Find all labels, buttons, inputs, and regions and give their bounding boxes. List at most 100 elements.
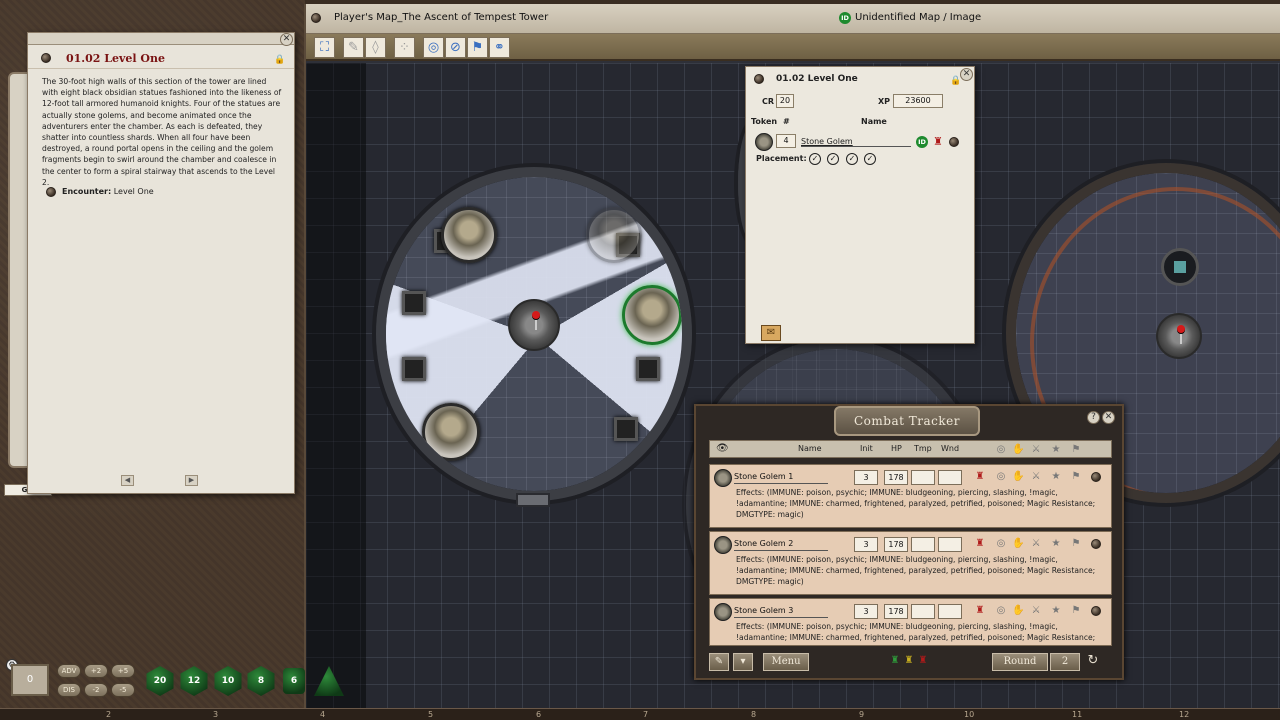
target-icon[interactable]: ◎ xyxy=(995,538,1007,550)
dropdown-icon[interactable]: ▾ xyxy=(733,653,753,671)
combatant-link-icon[interactable] xyxy=(1091,472,1101,482)
lock-icon[interactable]: 🔒 xyxy=(274,55,285,65)
defense-icon[interactable]: ★ xyxy=(1050,471,1062,483)
golem-token[interactable] xyxy=(441,207,497,263)
mail-icon[interactable]: ✉ xyxy=(761,325,781,341)
attack-icon[interactable]: ⚔ xyxy=(1030,538,1042,550)
map-titlebar[interactable]: Player's Map_The Ascent of Tempest Tower… xyxy=(306,4,1280,34)
hp-field[interactable]: 178 xyxy=(884,470,908,485)
eraser-icon[interactable]: ◊ xyxy=(365,37,386,58)
npc-name-link[interactable]: Stone Golem xyxy=(801,137,911,147)
adv-button[interactable]: ADV xyxy=(57,664,81,678)
init-field[interactable]: 3 xyxy=(854,470,878,485)
story-link-icon[interactable] xyxy=(41,53,51,63)
flag-icon[interactable]: ⚑ xyxy=(467,37,488,58)
link-tokens-icon[interactable]: ⚭ xyxy=(489,37,510,58)
tmp-field[interactable] xyxy=(911,470,935,485)
spell-column-icon[interactable]: ✋ xyxy=(1012,444,1024,456)
minus5-button[interactable]: -5 xyxy=(111,683,135,697)
combatant-avatar[interactable] xyxy=(714,469,732,487)
golem-token-selected[interactable] xyxy=(622,285,682,345)
combatant-avatar[interactable] xyxy=(714,603,732,621)
placement-check-icon[interactable]: ✓ xyxy=(864,153,876,165)
spell-icon[interactable]: ✋ xyxy=(1012,605,1024,617)
wnd-field[interactable] xyxy=(938,604,962,619)
target-icon[interactable]: ◎ xyxy=(423,37,444,58)
foe-faction-icon[interactable]: ♜ xyxy=(917,655,929,667)
close-icon[interactable]: ✕ xyxy=(960,68,973,81)
flag-icon[interactable]: ⚑ xyxy=(1070,538,1082,550)
encounter-window[interactable]: 01.02 Level One 🔒 ✕ CR 20 XP 23600 Token… xyxy=(745,66,975,344)
combatant-link-icon[interactable] xyxy=(1091,539,1101,549)
next-turn-icon[interactable]: ↻ xyxy=(1087,654,1099,667)
spell-icon[interactable]: ✋ xyxy=(1012,471,1024,483)
map-pin-token[interactable] xyxy=(508,299,560,351)
flag-column-icon[interactable]: ⚑ xyxy=(1070,444,1082,456)
defense-column-icon[interactable]: ★ xyxy=(1050,444,1062,456)
no-target-icon[interactable]: ⊘ xyxy=(445,37,466,58)
dis-button[interactable]: DIS xyxy=(57,683,81,697)
combat-tracker[interactable]: Combat Tracker ? ✕ 👁 Name Init HP Tmp Wn… xyxy=(694,404,1124,680)
faction-helmet-icon[interactable]: ♜ xyxy=(974,538,986,550)
friend-faction-icon[interactable]: ♜ xyxy=(889,655,901,667)
faction-helmet-icon[interactable]: ♜ xyxy=(974,471,986,483)
target-icon[interactable]: ◎ xyxy=(995,605,1007,617)
combatant-avatar[interactable] xyxy=(714,536,732,554)
grid-icon[interactable]: ⁘ xyxy=(394,37,415,58)
close-icon[interactable]: ✕ xyxy=(1102,411,1115,424)
attack-icon[interactable]: ⚔ xyxy=(1030,605,1042,617)
minus2-button[interactable]: -2 xyxy=(84,683,108,697)
lock-icon[interactable]: 🔒 xyxy=(950,76,961,86)
token-thumbnail[interactable] xyxy=(755,133,773,151)
visibility-icon[interactable]: 👁 xyxy=(716,443,729,454)
encounter-link[interactable]: Encounter: Level One xyxy=(62,187,154,196)
faction-helmet-icon[interactable]: ♜ xyxy=(933,136,943,148)
placement-check-icon[interactable]: ✓ xyxy=(827,153,839,165)
cr-field[interactable]: 20 xyxy=(776,94,794,108)
tmp-field[interactable] xyxy=(911,537,935,552)
hp-field[interactable]: 178 xyxy=(884,604,908,619)
spell-icon[interactable]: ✋ xyxy=(1012,538,1024,550)
xp-field[interactable]: 23600 xyxy=(893,94,943,108)
pencil-icon[interactable]: ✎ xyxy=(343,37,364,58)
tmp-field[interactable] xyxy=(911,604,935,619)
plus5-button[interactable]: +5 xyxy=(111,664,135,678)
map-pin-token-right[interactable] xyxy=(1156,313,1202,359)
target-icon[interactable]: ◎ xyxy=(995,471,1007,483)
init-field[interactable]: 3 xyxy=(854,537,878,552)
id-icon[interactable]: ID xyxy=(839,12,851,24)
combatant-name[interactable]: Stone Golem 3 xyxy=(734,606,828,618)
combatant-link-icon[interactable] xyxy=(1091,606,1101,616)
faction-helmet-icon[interactable]: ♜ xyxy=(974,605,986,617)
prev-page-button[interactable]: ◀ xyxy=(121,475,134,486)
combat-row[interactable]: Stone Golem 2 3 178 ♜ ◎ ✋ ⚔ ★ ⚑ Effects:… xyxy=(709,531,1112,595)
id-icon[interactable]: ID xyxy=(916,136,928,148)
flag-icon[interactable]: ⚑ xyxy=(1070,471,1082,483)
menu-button[interactable]: Menu xyxy=(763,653,809,671)
target-column-icon[interactable]: ◎ xyxy=(995,444,1007,456)
effects-column-icon[interactable]: ⚔ xyxy=(1030,444,1042,456)
d6-die[interactable]: 6 xyxy=(283,668,305,694)
next-page-button[interactable]: ▶ xyxy=(185,475,198,486)
golem-token[interactable] xyxy=(422,403,480,461)
combat-row[interactable]: Stone Golem 3 3 178 ♜ ◎ ✋ ⚔ ★ ⚑ Effects:… xyxy=(709,598,1112,646)
golem-token[interactable] xyxy=(586,207,642,263)
plus2-button[interactable]: +2 xyxy=(84,664,108,678)
hp-field[interactable]: 178 xyxy=(884,537,908,552)
fit-view-icon[interactable]: ⛶ xyxy=(314,37,335,58)
modifier-box[interactable]: 0 xyxy=(11,664,49,696)
placement-check-icon[interactable]: ✓ xyxy=(846,153,858,165)
attack-icon[interactable]: ⚔ xyxy=(1030,471,1042,483)
placement-check-icon[interactable]: ✓ xyxy=(809,153,821,165)
defense-icon[interactable]: ★ xyxy=(1050,538,1062,550)
npc-link-icon[interactable] xyxy=(949,137,959,147)
combatant-name[interactable]: Stone Golem 2 xyxy=(734,539,828,551)
wnd-field[interactable] xyxy=(938,537,962,552)
help-icon[interactable]: ? xyxy=(1087,411,1100,424)
neutral-faction-icon[interactable]: ♜ xyxy=(903,655,915,667)
story-window[interactable]: ✕ 01.02 Level One 🔒 The 30-foot high wal… xyxy=(27,32,295,494)
count-field[interactable]: 4 xyxy=(776,134,796,148)
encounter-window-link-icon[interactable] xyxy=(754,74,764,84)
defense-icon[interactable]: ★ xyxy=(1050,605,1062,617)
add-effect-icon[interactable]: ✎ xyxy=(709,653,729,671)
